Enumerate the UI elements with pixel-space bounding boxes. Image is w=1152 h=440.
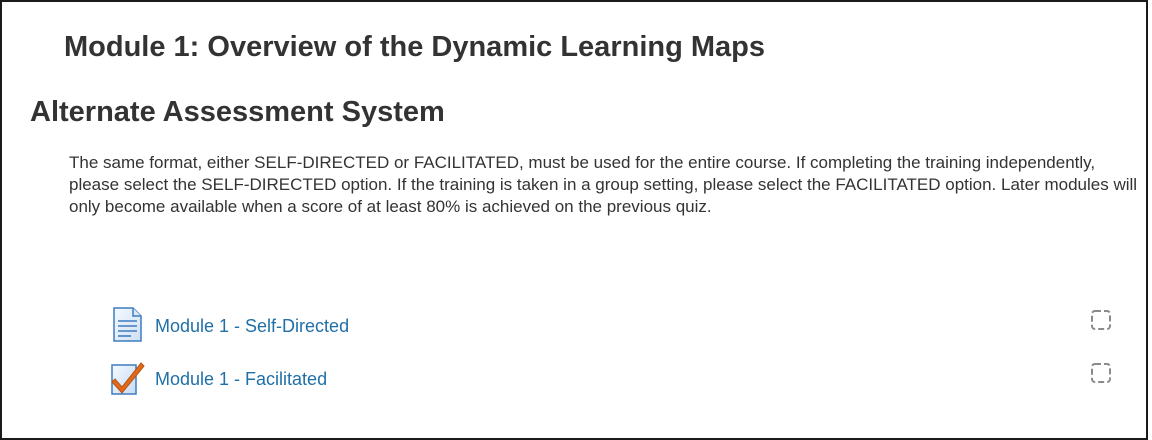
activity-facilitated[interactable]: Module 1 - Facilitated bbox=[109, 359, 1129, 399]
section-title-line-2: Alternate Assessment System bbox=[30, 96, 445, 128]
completion-checkbox-icon[interactable] bbox=[1090, 309, 1112, 331]
activity-link-facilitated[interactable]: Module 1 - Facilitated bbox=[155, 369, 327, 390]
page-icon bbox=[109, 306, 147, 344]
course-section: Module 1: Overview of the Dynamic Learni… bbox=[0, 0, 1148, 440]
activity-self-directed[interactable]: Module 1 - Self-Directed bbox=[109, 306, 1129, 346]
completion-checkbox-icon[interactable] bbox=[1090, 362, 1112, 384]
quiz-checkmark-icon bbox=[109, 359, 147, 397]
section-title-line-1: Module 1: Overview of the Dynamic Learni… bbox=[64, 31, 765, 63]
activity-link-self-directed[interactable]: Module 1 - Self-Directed bbox=[155, 316, 349, 337]
section-summary: The same format, either SELF-DIRECTED or… bbox=[69, 153, 1138, 216]
